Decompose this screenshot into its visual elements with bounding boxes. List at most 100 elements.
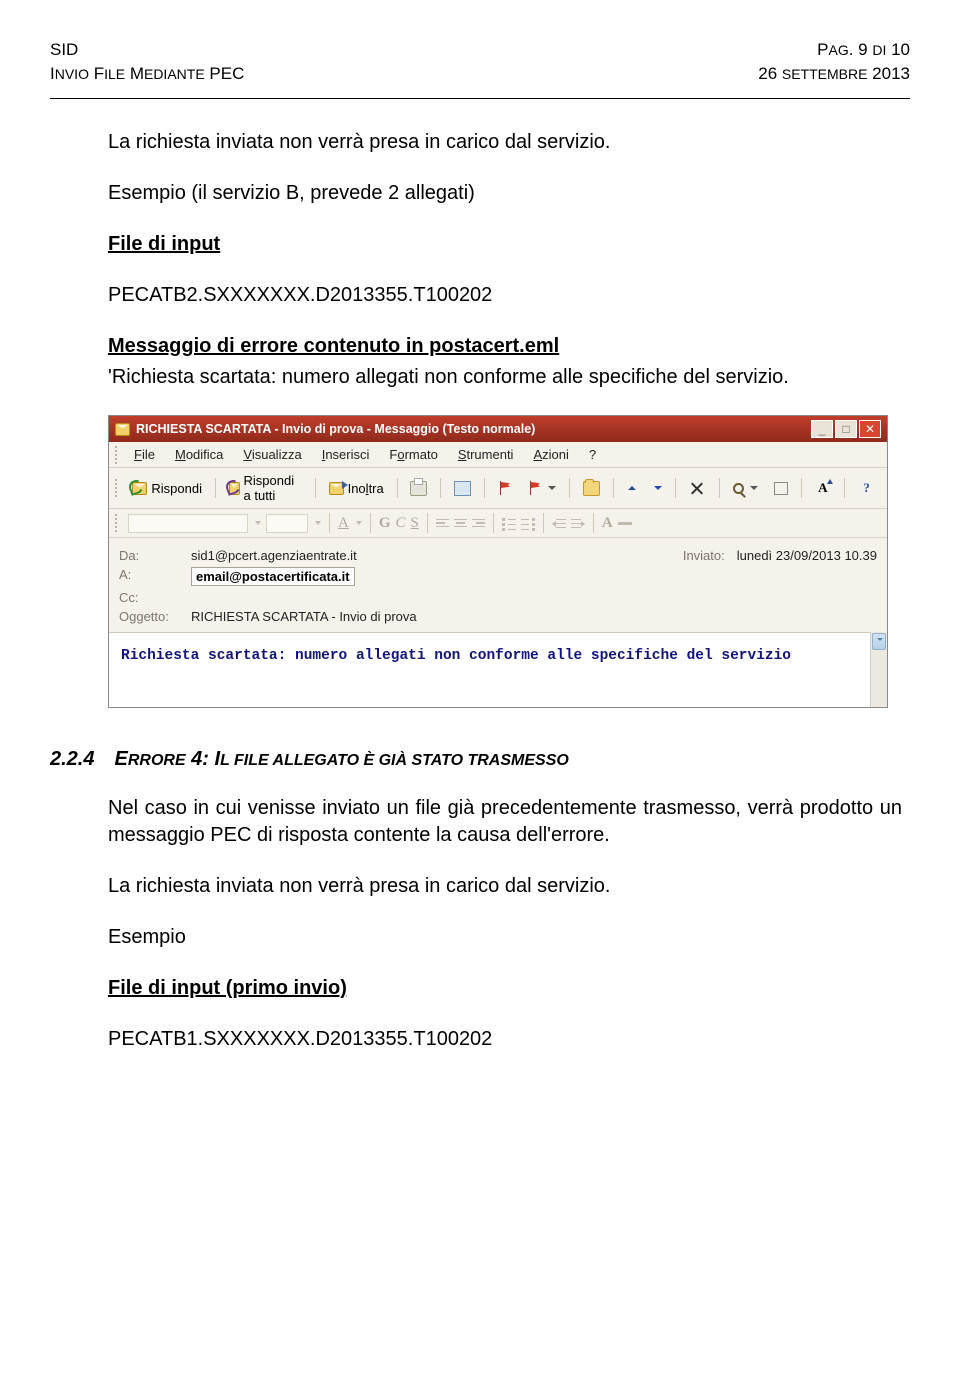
message-error-quote: 'Richiesta scartata: numero allegati non… (108, 364, 902, 391)
separator-icon (484, 478, 485, 498)
h2e: M (125, 64, 144, 83)
separator-icon (613, 478, 614, 498)
forward-button[interactable]: Inoltra (323, 479, 390, 498)
font-size-field[interactable] (266, 514, 308, 533)
menu-handle-icon (115, 446, 119, 464)
square-button[interactable] (768, 480, 794, 497)
st3: 4: I (186, 748, 220, 770)
message-error-label: Messaggio di errore contenuto in postace… (108, 335, 559, 357)
sent-value: lunedì 23/09/2013 10.39 (737, 548, 877, 563)
header-left-1: SID (50, 40, 78, 60)
file-input-2-label: File di input (primo invio) (108, 977, 347, 999)
pag-di: DI (872, 42, 886, 58)
highlight-button[interactable]: A (602, 515, 613, 532)
separator-icon (427, 513, 428, 533)
chevron-down-icon (315, 521, 321, 525)
menu-file[interactable]: File (125, 445, 164, 464)
flag-icon (528, 481, 542, 495)
printer-icon (410, 481, 427, 496)
align-left-button[interactable] (436, 519, 449, 528)
menu-formato[interactable]: Formato (380, 445, 446, 464)
font-color-button[interactable]: A (338, 515, 349, 532)
separator-icon (593, 513, 594, 533)
font-size-icon: A (814, 481, 831, 496)
separator-icon (543, 513, 544, 533)
st2: RRORE (128, 752, 186, 769)
chevron-down-icon (255, 521, 261, 525)
subject-label: Oggetto: (119, 609, 191, 624)
separator-icon (397, 478, 398, 498)
h2d: ILE (104, 66, 125, 82)
flag-dropdown[interactable] (522, 479, 562, 497)
underline-button[interactable]: S (411, 515, 419, 532)
separator-icon (370, 513, 371, 533)
header-divider (50, 98, 910, 99)
menu-strumenti[interactable]: Strumenti (449, 445, 523, 464)
from-label: Da: (119, 548, 191, 563)
separator-icon (493, 513, 494, 533)
number-list-button[interactable] (521, 517, 535, 530)
reply-all-button[interactable]: Rispondi a tutti (223, 471, 308, 505)
menu-modifica[interactable]: Modifica (166, 445, 232, 464)
outlook-window: RICHIESTA SCARTATA - Invio di prova - Me… (108, 415, 888, 708)
bold-button[interactable]: G (379, 515, 391, 532)
minimize-button[interactable]: _ (811, 420, 833, 438)
highlight-swatch (618, 522, 632, 525)
toolbar: Rispondi Rispondi a tutti Inoltra (109, 468, 887, 509)
zoom-button[interactable] (727, 481, 764, 496)
separator-icon (329, 513, 330, 533)
pag-sc: AG (829, 42, 849, 58)
separator-icon (215, 478, 216, 498)
separator-icon (801, 478, 802, 498)
font-family-field[interactable] (128, 514, 248, 533)
h2ra: 26 (758, 64, 782, 83)
decrease-indent-button[interactable] (552, 517, 566, 530)
window-title: RICHIESTA SCARTATA - Invio di prova - Me… (136, 422, 535, 436)
reply-button[interactable]: Rispondi (126, 479, 208, 498)
save-icon (454, 481, 471, 496)
subject-value: RICHIESTA SCARTATA - Invio di prova (191, 609, 417, 624)
save-button[interactable] (448, 479, 477, 498)
close-button[interactable]: ✕ (859, 420, 881, 438)
delete-button[interactable] (683, 479, 712, 498)
from-value: sid1@pcert.agenziaentrate.it (191, 548, 357, 563)
scroll-up-button[interactable] (872, 633, 886, 650)
help-button[interactable]: ? (852, 479, 881, 498)
header-right-2: 26 SETTEMBRE 2013 (758, 64, 910, 84)
h2g: PEC (205, 64, 245, 83)
separator-icon (569, 478, 570, 498)
flag-icon (498, 481, 512, 495)
print-button[interactable] (404, 479, 433, 498)
next-button[interactable] (646, 484, 668, 492)
reply-label: Rispondi (151, 481, 202, 496)
move-button[interactable] (577, 479, 606, 498)
header-right-1: PAG. 9 DI 10 (817, 40, 910, 60)
magnifier-icon (733, 483, 744, 494)
folder-icon (583, 481, 600, 496)
menu-bar: File Modifica Visualizza Inserisci Forma… (109, 442, 887, 468)
maximize-button[interactable]: □ (835, 420, 857, 438)
bullet-list-button[interactable] (502, 517, 516, 530)
h2c: F (89, 64, 104, 83)
reply-icon (132, 482, 147, 495)
font-size-button[interactable]: A (808, 479, 837, 498)
flag-button[interactable] (492, 479, 518, 497)
reply-all-icon (229, 482, 240, 495)
scrollbar[interactable] (870, 632, 887, 707)
message-body[interactable]: Richiesta scartata: numero allegati non … (109, 632, 887, 707)
square-icon (774, 482, 788, 495)
align-center-button[interactable] (454, 519, 467, 528)
menu-help[interactable]: ? (580, 445, 605, 464)
pag-num: . 9 (849, 40, 873, 59)
pag-total: 10 (886, 40, 910, 59)
separator-icon (844, 478, 845, 498)
pag-prefix: P (817, 40, 828, 59)
italic-button[interactable]: C (396, 515, 406, 532)
menu-inserisci[interactable]: Inserisci (313, 445, 379, 464)
previous-button[interactable] (620, 484, 642, 492)
menu-visualizza[interactable]: Visualizza (234, 445, 310, 464)
increase-indent-button[interactable] (571, 517, 585, 530)
align-right-button[interactable] (472, 519, 485, 528)
menu-azioni[interactable]: Azioni (524, 445, 577, 464)
esempio-label: Esempio (108, 924, 902, 951)
